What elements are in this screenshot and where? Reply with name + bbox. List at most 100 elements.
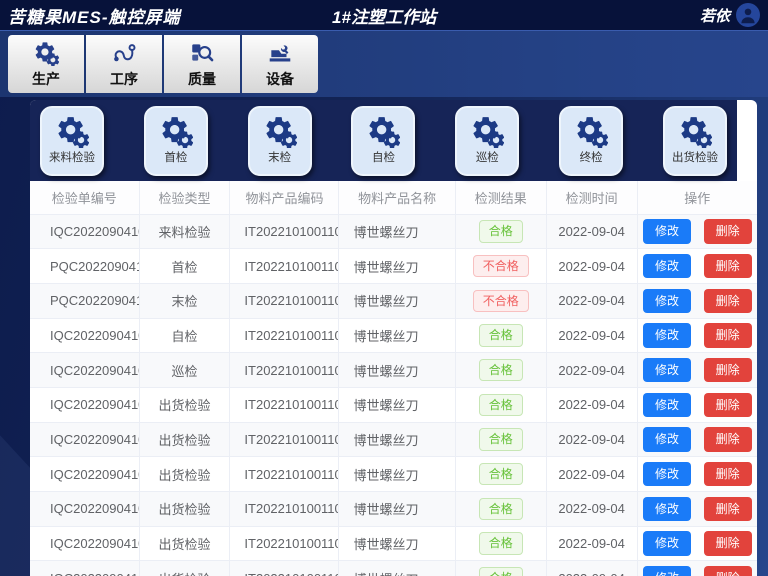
edit-button[interactable]: 修改: [643, 462, 691, 486]
delete-button[interactable]: 删除: [704, 462, 752, 486]
result-badge: 合格: [479, 567, 523, 576]
delete-button[interactable]: 删除: [704, 219, 752, 243]
edit-button[interactable]: 修改: [643, 531, 691, 555]
material-code-cell: IT2022101001101: [230, 492, 339, 527]
gears-icon: [574, 114, 608, 148]
material-code-cell: IT2022101001101: [230, 457, 339, 492]
table-header-row: 检验单编号 检验类型 物料产品编码 物料产品名称 检测结果 检测时间 操作: [30, 181, 757, 214]
col-type: 检验类型: [139, 181, 230, 214]
type-cell: 首检: [139, 249, 230, 284]
result-cell: 合格: [455, 353, 546, 388]
inspection-table: 检验单编号 检验类型 物料产品编码 物料产品名称 检测结果 检测时间 操作 IQ…: [30, 181, 757, 576]
inspection-shortcut-button[interactable]: 终检: [559, 106, 623, 176]
gears-icon: [55, 114, 89, 148]
edit-button[interactable]: 修改: [643, 566, 691, 576]
material-code-cell: IT2022101001101: [230, 422, 339, 457]
tab-equipment[interactable]: 设备: [242, 35, 318, 93]
actions-cell: 修改 删除: [637, 526, 757, 561]
edit-button[interactable]: 修改: [643, 427, 691, 451]
material-code-cell: IT2022101001101: [230, 526, 339, 561]
result-cell: 不合格: [455, 249, 546, 284]
material-code-cell: IT2022101001101: [230, 318, 339, 353]
actions-cell: 修改 删除: [637, 353, 757, 388]
material-code-cell: IT2022101001101: [230, 387, 339, 422]
table-row: IQC202209041001 出货检验 IT2022101001101 博世螺…: [30, 492, 757, 527]
tab-label: 设备: [266, 69, 294, 89]
order-no-cell: IQC202209041001: [30, 318, 139, 353]
actions-cell: 修改 删除: [637, 422, 757, 457]
col-material-code: 物料产品编码: [230, 181, 339, 214]
time-cell: 2022-09-04: [546, 283, 637, 318]
delete-button[interactable]: 删除: [704, 323, 752, 347]
content-panel: 来料检验 首检 末检 自检 巡检 终检 出货检验 检验单编号 检验类型 物料产品…: [30, 100, 757, 576]
tab-quality[interactable]: 质量: [164, 35, 240, 93]
delete-button[interactable]: 删除: [704, 497, 752, 521]
edit-button[interactable]: 修改: [643, 289, 691, 313]
result-badge: 合格: [479, 220, 523, 242]
tab-production[interactable]: 生产: [8, 35, 84, 93]
edit-button[interactable]: 修改: [643, 254, 691, 278]
edit-button[interactable]: 修改: [643, 219, 691, 243]
user-menu[interactable]: 若依: [700, 3, 760, 27]
user-avatar-icon[interactable]: [736, 3, 760, 27]
edit-button[interactable]: 修改: [643, 323, 691, 347]
result-badge: 合格: [479, 463, 523, 485]
time-cell: 2022-09-04: [546, 318, 637, 353]
edit-button[interactable]: 修改: [643, 358, 691, 382]
actions-cell: 修改 删除: [637, 318, 757, 353]
inspection-shortcut-button[interactable]: 出货检验: [663, 106, 727, 176]
result-cell: 合格: [455, 422, 546, 457]
actions-cell: 修改 删除: [637, 492, 757, 527]
username: 若依: [700, 5, 730, 26]
delete-button[interactable]: 删除: [704, 254, 752, 278]
result-badge: 合格: [479, 498, 523, 520]
tab-label: 生产: [32, 69, 60, 89]
inspection-shortcut-button[interactable]: 自检: [351, 106, 415, 176]
shortcut-label: 末检: [268, 149, 291, 165]
order-no-cell: IQC202209041001: [30, 353, 139, 388]
delete-button[interactable]: 删除: [704, 531, 752, 555]
result-cell: 合格: [455, 561, 546, 576]
result-badge: 不合格: [473, 290, 529, 312]
shortcut-label: 终检: [580, 149, 603, 165]
actions-cell: 修改 删除: [637, 457, 757, 492]
inspection-shortcut-button[interactable]: 末检: [248, 106, 312, 176]
table-row: IQC202209041001 巡检 IT2022101001101 博世螺丝刀…: [30, 353, 757, 388]
col-material-name: 物料产品名称: [339, 181, 455, 214]
inspection-shortcut-button[interactable]: 首检: [144, 106, 208, 176]
time-cell: 2022-09-04: [546, 492, 637, 527]
delete-button[interactable]: 删除: [704, 427, 752, 451]
shortcut-label: 自检: [372, 149, 395, 165]
gears-icon: [366, 114, 400, 148]
result-badge: 合格: [479, 428, 523, 450]
delete-button[interactable]: 删除: [704, 289, 752, 313]
col-actions: 操作: [637, 181, 757, 214]
result-badge: 合格: [479, 359, 523, 381]
delete-button[interactable]: 删除: [704, 566, 752, 576]
table-row: IQC202209041001 自检 IT2022101001101 博世螺丝刀…: [30, 318, 757, 353]
order-no-cell: IQC202209041001: [30, 457, 139, 492]
delete-button[interactable]: 删除: [704, 358, 752, 382]
edit-button[interactable]: 修改: [643, 393, 691, 417]
order-no-cell: IQC202209041001: [30, 561, 139, 576]
type-cell: 出货检验: [139, 457, 230, 492]
gears-icon: [470, 114, 504, 148]
order-no-cell: IQC202209041001: [30, 526, 139, 561]
tab-process[interactable]: 工序: [86, 35, 162, 93]
type-cell: 出货检验: [139, 492, 230, 527]
order-no-cell: IQC202209041001: [30, 387, 139, 422]
material-name-cell: 博世螺丝刀: [339, 353, 455, 388]
table-row: PQC202209041001 首检 IT2022101001101 博世螺丝刀…: [30, 249, 757, 284]
app-title: 苦糖果MES-触控屏端: [8, 3, 181, 28]
time-cell: 2022-09-04: [546, 526, 637, 561]
type-cell: 出货检验: [139, 387, 230, 422]
delete-button[interactable]: 删除: [704, 393, 752, 417]
inspection-shortcut-button[interactable]: 来料检验: [40, 106, 104, 176]
type-cell: 来料检验: [139, 214, 230, 249]
material-name-cell: 博世螺丝刀: [339, 249, 455, 284]
inspection-shortcut-button[interactable]: 巡检: [455, 106, 519, 176]
edit-button[interactable]: 修改: [643, 497, 691, 521]
order-no-cell: IQC202209041001: [30, 214, 139, 249]
type-cell: 出货检验: [139, 422, 230, 457]
process-route-icon: [111, 40, 137, 66]
